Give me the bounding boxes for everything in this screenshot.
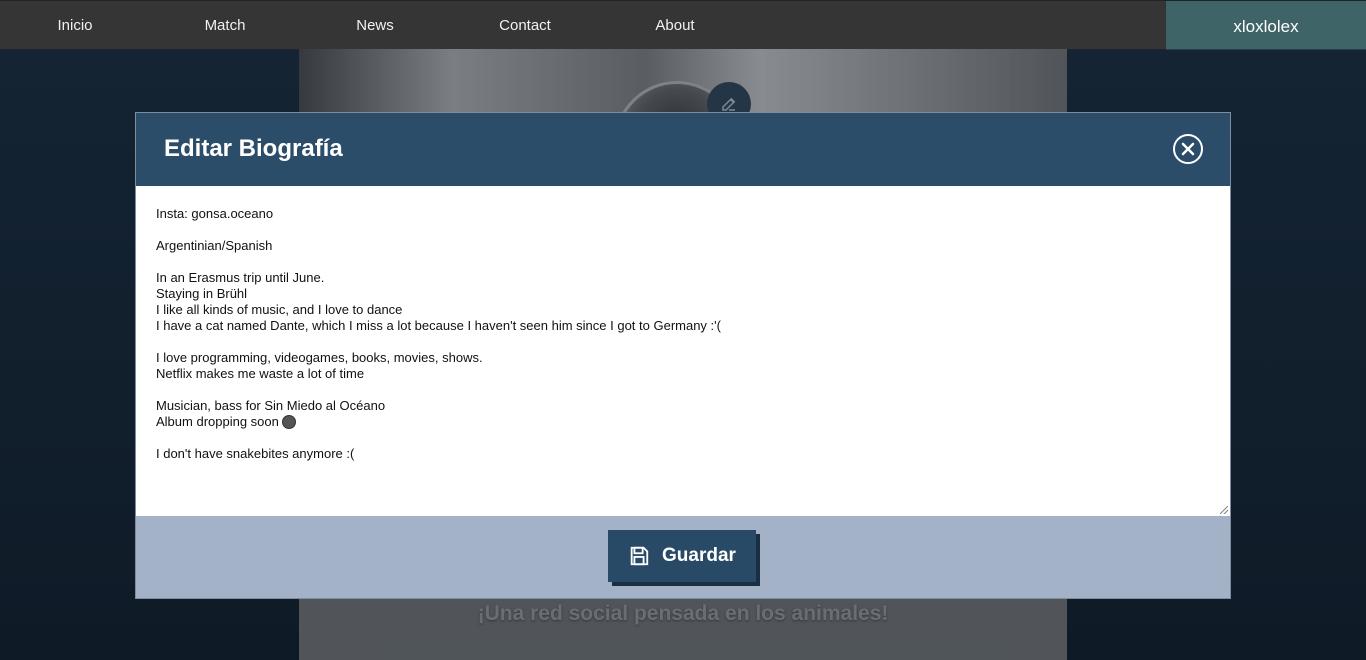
bio-line: [156, 254, 1210, 270]
bio-line: [156, 334, 1210, 350]
bio-line: In an Erasmus trip until June.: [156, 270, 325, 285]
save-button-label: Guardar: [662, 545, 736, 566]
bio-line: Insta: gonsa.oceano: [156, 206, 274, 221]
resize-handle[interactable]: [1220, 506, 1228, 514]
floppy-disk-icon: [630, 546, 649, 566]
bio-line: I love programming, videogames, books, m…: [156, 350, 483, 365]
modal-title: Editar Biografía: [164, 135, 343, 162]
modal-footer: Guardar: [136, 516, 1230, 598]
nav-item-contact[interactable]: Contact: [450, 1, 600, 50]
edit-bio-modal: Editar Biografía Insta: gonsa.oceano Arge…: [136, 113, 1230, 598]
bio-line: Argentinian/Spanish: [156, 238, 273, 253]
bio-line: Album dropping soon: [156, 414, 1210, 430]
bio-line: I like all kinds of music, and I love to…: [156, 302, 403, 317]
bio-line: I have a cat named Dante, which I miss a…: [156, 318, 721, 333]
bio-line: Musician, bass for Sin Miedo al Océano: [156, 398, 386, 413]
save-button[interactable]: Guardar: [608, 530, 756, 582]
close-icon: [1181, 142, 1195, 156]
nav-item-inicio[interactable]: Inicio: [0, 1, 150, 50]
bio-textarea[interactable]: Insta: gonsa.oceano Argentinian/Spanish In…: [136, 186, 1230, 516]
smiley-emoji-icon: [281, 415, 296, 429]
bio-line: I don't have snakebites anymore :(: [156, 446, 355, 461]
nav-item-match[interactable]: Match: [150, 1, 300, 50]
top-navigation: Inicio Match News Contact About xloxlole…: [0, 0, 1366, 50]
user-menu[interactable]: xloxlolex: [1166, 1, 1366, 50]
bio-line: Staying in Brühl: [156, 286, 248, 301]
modal-header: Editar Biografía: [136, 113, 1230, 186]
bio-line: Netflix makes me waste a lot of time: [156, 366, 365, 381]
nav-item-about[interactable]: About: [600, 1, 750, 50]
bio-line: [156, 382, 1210, 398]
close-button[interactable]: [1173, 134, 1203, 164]
nav-item-news[interactable]: News: [300, 1, 450, 50]
bio-line: [156, 430, 1210, 446]
bio-line: [156, 222, 1210, 238]
